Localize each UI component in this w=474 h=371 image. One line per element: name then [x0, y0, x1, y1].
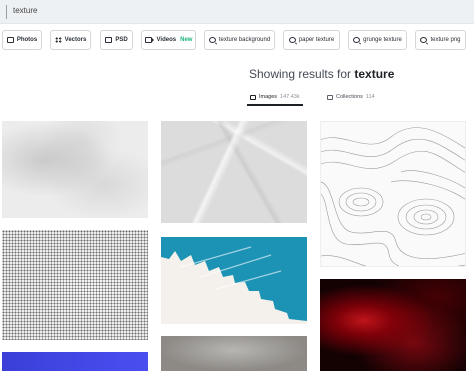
- search-icon: [288, 37, 296, 43]
- related-search-texture-background[interactable]: texture background: [204, 30, 275, 50]
- related-search-texture-png[interactable]: texture png: [415, 30, 466, 50]
- new-badge: New: [180, 37, 193, 43]
- filter-label: Photos: [16, 37, 38, 43]
- result-image-blue-gradient[interactable]: [2, 352, 148, 371]
- image-icon: [250, 94, 256, 100]
- photo-icon: [6, 37, 14, 43]
- related-search-grunge-texture[interactable]: grunge texture: [348, 30, 407, 50]
- results-prefix: Showing results for: [249, 67, 352, 81]
- tab-collections[interactable]: Collections 114: [327, 91, 375, 103]
- filter-videos-button[interactable]: Videos New: [141, 30, 196, 50]
- search-icon: [420, 37, 428, 43]
- related-search-paper-texture[interactable]: paper texture: [283, 30, 340, 50]
- related-search-label: paper texture: [298, 37, 335, 43]
- results-term: texture: [354, 67, 395, 81]
- result-image-crumpled-paper[interactable]: [161, 121, 307, 223]
- filter-label: Videos: [156, 37, 177, 43]
- tab-label: Collections: [336, 94, 363, 100]
- result-image-gray-wall[interactable]: [161, 336, 307, 371]
- psd-icon: [105, 37, 113, 43]
- tab-count: 114: [365, 94, 375, 100]
- tab-images[interactable]: Images 147.43k: [247, 91, 303, 106]
- topographic-pattern: [321, 127, 465, 266]
- result-image-blue-brush-strokes[interactable]: [161, 237, 307, 324]
- search-bar[interactable]: texture: [0, 0, 474, 24]
- vector-icon: [54, 37, 62, 43]
- tab-count: 147.43k: [280, 94, 300, 100]
- brush-stroke-shape: [161, 246, 307, 324]
- search-input[interactable]: texture: [13, 6, 37, 15]
- search-divider: [6, 5, 7, 19]
- result-image-halftone-dots[interactable]: [2, 230, 148, 340]
- filter-vectors-button[interactable]: Vectors: [50, 30, 91, 50]
- filter-photos-button[interactable]: Photos: [2, 30, 42, 50]
- filter-label: Vectors: [64, 37, 87, 43]
- filter-psd-button[interactable]: PSD: [100, 30, 133, 50]
- filter-label: PSD: [115, 37, 128, 43]
- folder-icon: [327, 94, 333, 100]
- video-icon: [144, 37, 154, 43]
- related-search-label: texture background: [218, 37, 271, 43]
- result-image-concrete-texture[interactable]: [2, 121, 148, 218]
- search-icon: [208, 37, 216, 43]
- search-icon: [353, 37, 361, 43]
- results-heading: Showing results for texture: [249, 67, 394, 81]
- related-search-label: grunge texture: [363, 37, 402, 43]
- result-image-red-grunge[interactable]: [320, 279, 466, 371]
- related-search-label: texture png: [430, 37, 461, 43]
- result-image-topographic-lines[interactable]: [320, 121, 466, 267]
- tab-label: Images: [259, 94, 278, 100]
